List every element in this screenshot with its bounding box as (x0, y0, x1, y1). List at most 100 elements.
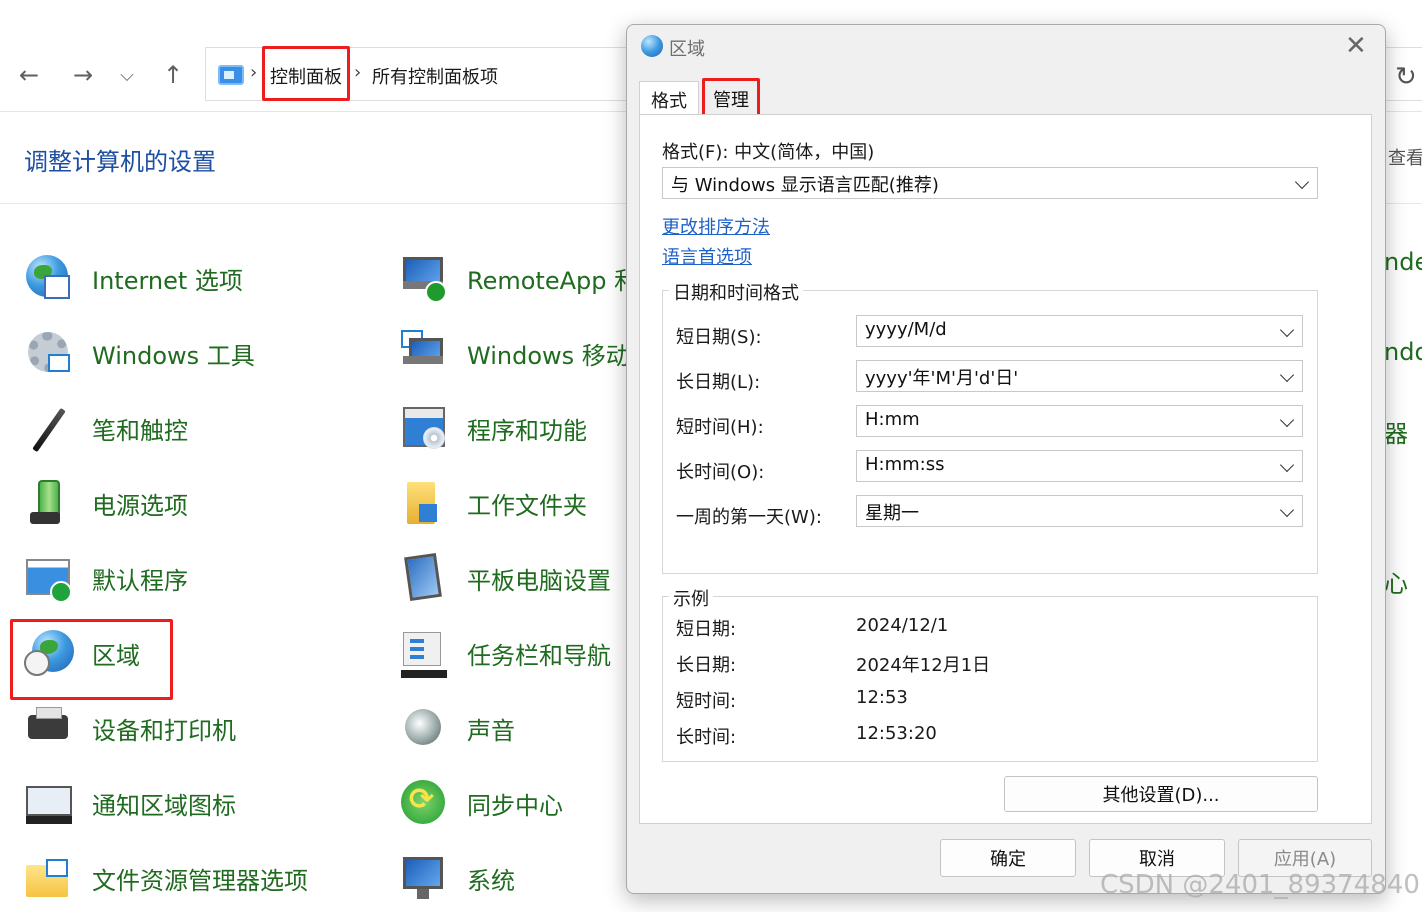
internet-options-icon (24, 253, 74, 303)
cp-item-label: Internet 选项 (92, 266, 243, 295)
taskbar-navigation-icon (399, 628, 449, 678)
long-date-value: yyyy'年'M'月'd'日' (865, 368, 1019, 389)
forward-button[interactable]: → (68, 60, 98, 90)
format-select[interactable]: 与 Windows 显示语言匹配(推荐) (662, 167, 1318, 199)
cp-item-internet-options[interactable]: Internet 选项 (24, 250, 243, 306)
cp-item-work-folders[interactable]: 工作文件夹 (399, 475, 587, 531)
cp-item-power-options[interactable]: 电源选项 (24, 475, 188, 531)
short-date-label: 短日期(S): (676, 327, 762, 348)
first-day-select[interactable]: 星期一 (856, 495, 1303, 527)
long-time-value: H:mm:ss (865, 454, 945, 475)
cp-item-label: 系统 (467, 866, 515, 895)
short-date-select[interactable]: yyyy/M/d (856, 315, 1303, 347)
ok-button[interactable]: 确定 (940, 839, 1076, 877)
change-sorting-link[interactable]: 更改排序方法 (662, 213, 770, 239)
notification-area-icon (24, 778, 74, 828)
format-select-value: 与 Windows 显示语言匹配(推荐) (671, 175, 939, 196)
tab-administrative[interactable]: 管理 (703, 81, 759, 117)
cp-item-label: 笔和触控 (92, 416, 188, 445)
sound-icon (399, 703, 449, 753)
up-button[interactable]: ↑ (158, 60, 188, 90)
programs-features-icon (399, 403, 449, 453)
chevron-down-icon (1279, 457, 1295, 473)
power-options-icon (24, 478, 74, 528)
recent-locations-button[interactable]: ⌵ (112, 60, 142, 90)
cp-item-remoteapp[interactable]: RemoteApp 和 (399, 250, 638, 306)
long-date-select[interactable]: yyyy'年'M'月'd'日' (856, 360, 1303, 392)
sync-center-icon (399, 778, 449, 828)
chevron-down-icon (1294, 174, 1310, 190)
cp-item-notification-area[interactable]: 通知区域图标 (24, 775, 236, 831)
pen-touch-icon (24, 403, 74, 453)
chevron-down-icon (1279, 412, 1295, 428)
cp-item-system[interactable]: 系统 (399, 850, 515, 906)
example-long-time-label: 长时间: (676, 727, 737, 748)
cp-item-tablet-settings[interactable]: 平板电脑设置 (399, 550, 611, 606)
short-time-value: H:mm (865, 409, 920, 430)
default-programs-icon (24, 553, 74, 603)
example-long-date-value: 2024年12月1日 (856, 655, 991, 676)
close-icon: ✕ (1345, 31, 1367, 61)
cp-item-default-programs[interactable]: 默认程序 (24, 550, 188, 606)
cp-item-fragment[interactable]: ndo (1384, 338, 1422, 366)
other-settings-button[interactable]: 其他设置(D)... (1004, 776, 1318, 812)
page-title: 调整计算机的设置 (24, 148, 216, 176)
first-day-label: 一周的第一天(W): (676, 507, 822, 528)
cp-item-label: Windows 工具 (92, 341, 255, 370)
arrow-up-icon: ↑ (162, 61, 184, 89)
region-dialog: 区域 ✕ 格式 管理 格式(F): 中文(简体，中国) 与 Windows 显示… (626, 24, 1386, 894)
view-by-label[interactable]: 查看 (1388, 144, 1422, 170)
chevron-down-icon (1279, 502, 1295, 518)
chevron-right-icon: › (250, 62, 258, 83)
first-day-value: 星期一 (865, 503, 919, 524)
examples-legend: 示例 (669, 585, 713, 611)
tablet-settings-icon (399, 552, 449, 603)
example-long-date-label: 长日期: (676, 655, 737, 676)
long-time-select[interactable]: H:mm:ss (856, 450, 1303, 482)
system-icon (399, 853, 449, 903)
format-label: 格式(F): 中文(简体，中国) (662, 142, 875, 163)
breadcrumb-all-items[interactable]: 所有控制面板项 (372, 63, 498, 89)
arrow-right-icon: → (72, 61, 94, 89)
cp-item-devices-printers[interactable]: 设备和打印机 (24, 700, 236, 756)
control-panel-icon (218, 65, 244, 85)
example-short-time-value: 12:53 (856, 687, 908, 708)
cp-item-programs-features[interactable]: 程序和功能 (399, 400, 587, 456)
dialog-title: 区域 (669, 39, 705, 60)
example-short-time-label: 短时间: (676, 691, 737, 712)
breadcrumb-control-panel[interactable]: 控制面板 (270, 63, 342, 89)
arrow-left-icon: ← (18, 61, 40, 89)
cp-item-windows-mobility[interactable]: Windows 移动 (399, 325, 630, 381)
long-date-label: 长日期(L): (676, 372, 761, 393)
devices-printers-icon (24, 703, 74, 753)
cp-item-label: 声音 (467, 716, 515, 745)
chevron-down-icon (1279, 322, 1295, 338)
datetime-format-group: 日期和时间格式 短日期(S): yyyy/M/d 长日期(L): yyyy'年'… (662, 279, 1318, 574)
tab-format[interactable]: 格式 (639, 81, 699, 117)
cp-item-sound[interactable]: 声音 (399, 700, 515, 756)
cp-item-fragment[interactable]: nde (1384, 248, 1422, 276)
cp-item-taskbar-navigation[interactable]: 任务栏和导航 (399, 625, 611, 681)
cp-item-file-explorer-options[interactable]: 文件资源管理器选项 (24, 850, 308, 906)
short-time-select[interactable]: H:mm (856, 405, 1303, 437)
back-button[interactable]: ← (14, 60, 44, 90)
work-folders-icon (399, 478, 449, 528)
cp-item-fragment[interactable]: 器 (1384, 414, 1408, 449)
cp-item-label: 默认程序 (92, 566, 188, 595)
cp-item-windows-tools[interactable]: Windows 工具 (24, 325, 255, 381)
cp-item-region[interactable]: 区域 (24, 625, 140, 681)
cp-item-fragment[interactable]: 心 (1384, 564, 1408, 599)
refresh-button[interactable]: ↻ (1395, 62, 1417, 92)
examples-group: 示例 短日期: 2024/12/1 长日期: 2024年12月1日 短时间: 1… (662, 585, 1318, 762)
cp-item-label: 设备和打印机 (92, 716, 236, 745)
close-button[interactable]: ✕ (1345, 31, 1367, 61)
cp-item-pen-touch[interactable]: 笔和触控 (24, 400, 188, 456)
chevron-right-icon: › (354, 62, 362, 83)
language-preferences-link[interactable]: 语言首选项 (662, 243, 752, 269)
cp-item-sync-center[interactable]: 同步中心 (399, 775, 563, 831)
file-explorer-options-icon (24, 853, 74, 903)
long-time-label: 长时间(O): (676, 462, 765, 483)
format-tab-panel: 格式(F): 中文(简体，中国) 与 Windows 显示语言匹配(推荐) 更改… (639, 114, 1372, 824)
region-icon (24, 628, 74, 678)
example-short-date-value: 2024/12/1 (856, 615, 949, 636)
